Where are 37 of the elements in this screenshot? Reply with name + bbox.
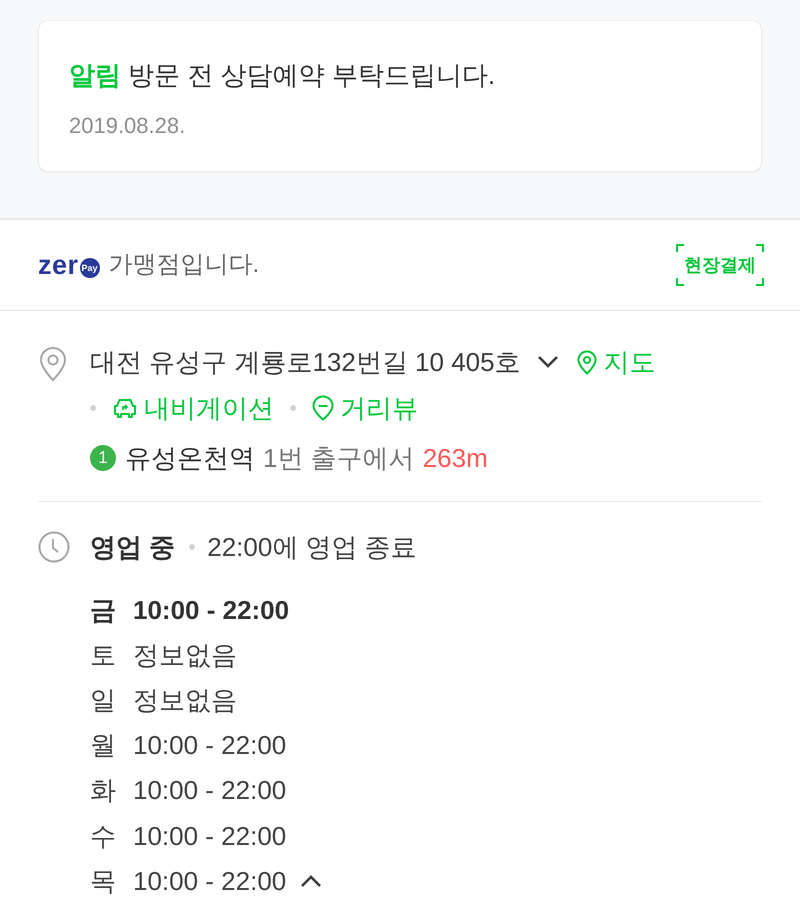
closing-time-text: 22:00에 영업 종료 [207, 531, 417, 564]
open-status: 영업 중 [90, 531, 176, 564]
chevron-up-icon[interactable] [300, 874, 322, 888]
notice-message: 알림 방문 전 상담예약 부탁드립니다. [69, 59, 496, 92]
address-text: 대전 유성구 계룡로132번길 10 405호 [90, 346, 521, 379]
map-link[interactable]: 지도 [576, 344, 656, 380]
exit-text: 1번 출구에서 [263, 442, 415, 475]
onsite-payment-badge: 현장결제 [676, 244, 764, 286]
hours-text: 정보없음 [133, 684, 237, 717]
location-pin-icon [38, 346, 68, 382]
navigation-link[interactable]: 내비게이션 [112, 390, 274, 426]
day-label: 월 [90, 729, 117, 762]
hours-text: 정보없음 [133, 638, 237, 672]
hours-text: 10:00 - 22:00 [133, 729, 286, 762]
chevron-down-icon[interactable] [536, 355, 559, 369]
clock-icon [38, 531, 70, 563]
merchant-text: 가맹점입니다. [108, 250, 260, 280]
pay-logo-badge: Pay [80, 258, 100, 278]
day-label: 금 [90, 594, 117, 627]
station-name: 유성온천역 [125, 442, 255, 475]
day-label: 토 [90, 638, 117, 672]
day-label: 목 [90, 864, 117, 898]
zero-logo-text: zer [38, 250, 79, 280]
subway-line-badge: 1 [90, 445, 116, 471]
day-label: 일 [90, 684, 117, 717]
hours-text: 10:00 - 22:00 [133, 594, 290, 627]
hours-text: 10:00 - 22:00 [133, 774, 286, 808]
hours-text: 10:00 - 22:00 [133, 820, 286, 853]
location-pin-icon [576, 350, 597, 374]
day-label: 화 [90, 774, 117, 808]
distance-text: 263m [422, 442, 488, 475]
street-view-link[interactable]: 거리뷰 [312, 390, 418, 426]
hours-text: 10:00 - 22:00 [133, 864, 286, 898]
day-label: 수 [90, 820, 117, 853]
notice-date: 2019.08.28. [69, 112, 186, 140]
car-icon [112, 397, 138, 419]
pin-minus-icon [312, 395, 334, 421]
